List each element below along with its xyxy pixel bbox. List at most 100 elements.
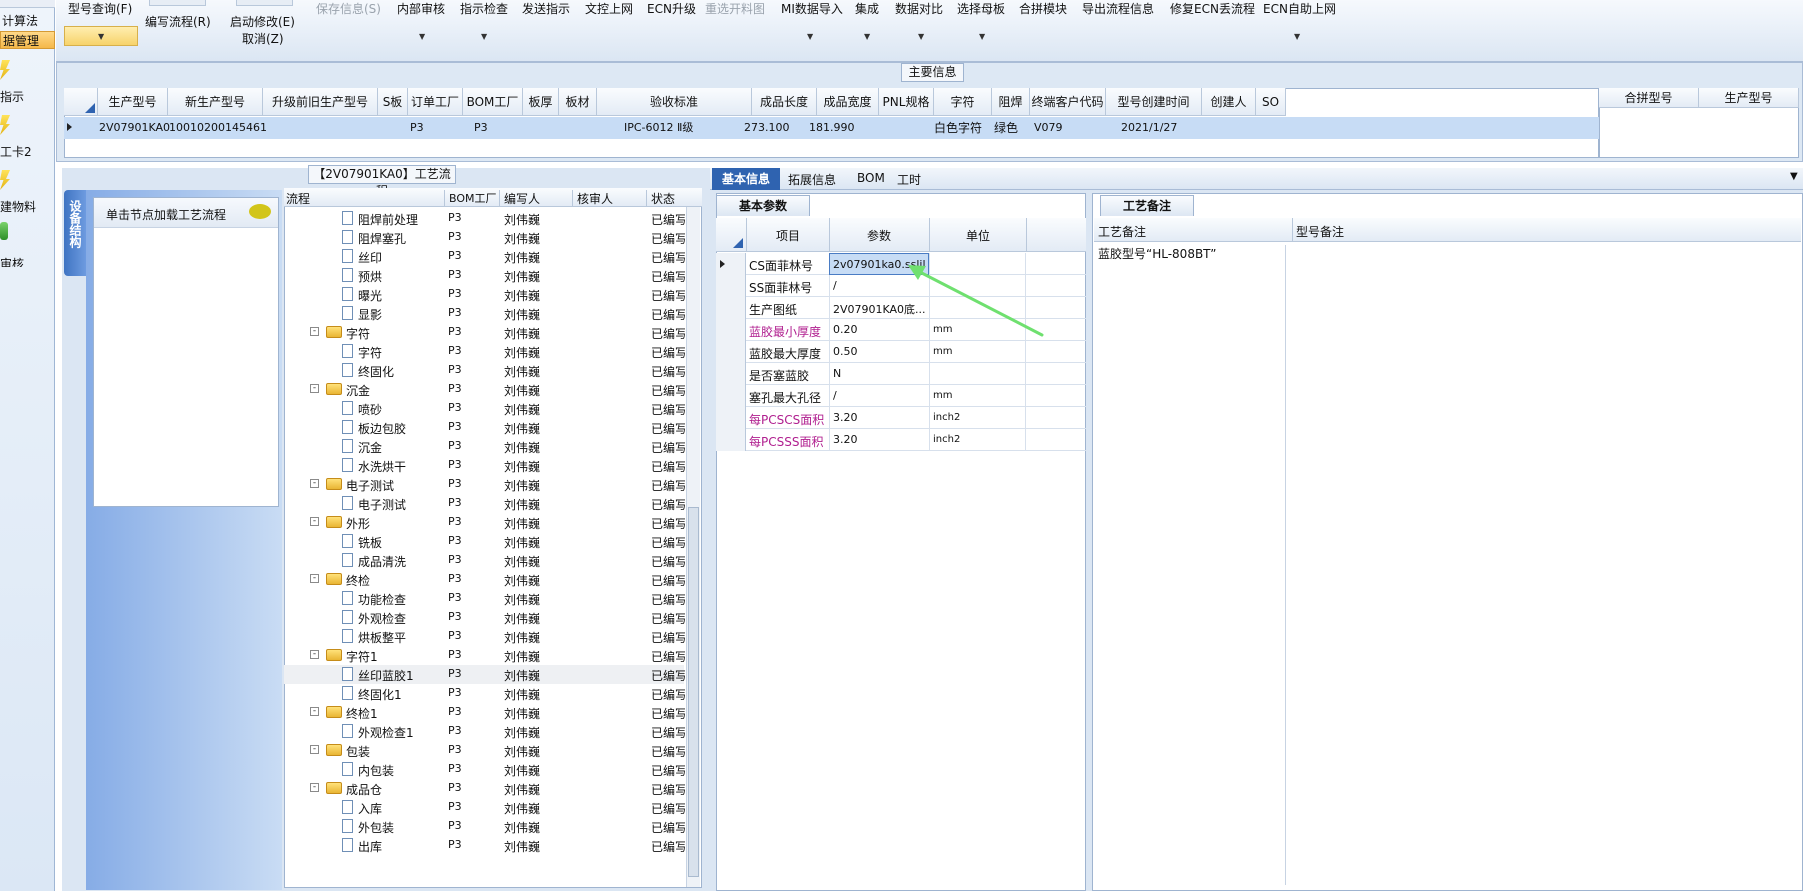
nav-item-instruction[interactable]: 指示 — [0, 60, 55, 105]
basic-params-tab[interactable]: 基本参数 — [716, 195, 810, 216]
collapse-toggle-icon[interactable]: - — [310, 384, 319, 393]
reselect-cutting-button[interactable]: 重选开料图 — [705, 0, 765, 17]
tree-row[interactable]: - 沉金 P3 刘伟巍 已编写 — [284, 380, 685, 399]
ecn-self-online-button[interactable]: ECN自助上网 — [1263, 0, 1336, 17]
nav-item-data-manage[interactable]: 据管理 — [0, 31, 55, 49]
tab-basic-info[interactable]: 基本信息 — [712, 168, 780, 190]
send-instruction-button[interactable]: 发送指示 — [522, 0, 570, 17]
device-structure-tab[interactable]: 设备结构 — [64, 190, 86, 276]
column-header[interactable]: 字符 — [934, 88, 992, 116]
tree-row[interactable]: - 电子测试 P3 刘伟巍 已编写 — [284, 475, 685, 494]
chevron-down-icon[interactable]: ▼ — [807, 32, 813, 41]
column-header[interactable]: PNL规格 — [879, 88, 934, 116]
doc-control-online-button[interactable]: 文控上网 — [585, 0, 633, 17]
tree-row[interactable]: - 字符1 P3 刘伟巍 已编写 — [284, 646, 685, 665]
column-header[interactable]: 订单工厂 — [408, 88, 463, 116]
tab-bom[interactable]: BOM — [857, 171, 885, 185]
collapse-toggle-icon[interactable]: - — [310, 327, 319, 336]
tree-row[interactable]: 出库 P3 刘伟巍 已编写 — [284, 836, 685, 855]
tree-row[interactable]: 水洗烘干 P3 刘伟巍 已编写 — [284, 456, 685, 475]
integrate-button[interactable]: 集成 — [855, 0, 879, 17]
tree-row[interactable]: 内包装 P3 刘伟巍 已编写 — [284, 760, 685, 779]
column-header[interactable]: 成品宽度 — [817, 88, 879, 116]
internal-review-button[interactable]: 内部审核 — [397, 0, 445, 17]
tree-row[interactable]: - 终检 P3 刘伟巍 已编写 — [284, 570, 685, 589]
collapse-toggle-icon[interactable]: - — [310, 650, 319, 659]
write-flow-button[interactable]: 编写流程(R) — [145, 13, 211, 30]
column-header[interactable]: 成品长度 — [752, 88, 817, 116]
collapse-toggle-icon[interactable]: - — [310, 745, 319, 754]
param-value-cell[interactable]: 3.20 — [829, 429, 929, 451]
collapse-toggle-icon[interactable]: - — [310, 707, 319, 716]
tree-row[interactable]: 喷砂 P3 刘伟巍 已编写 — [284, 399, 685, 418]
nav-item-material[interactable]: 建物料 — [0, 170, 55, 215]
scrollbar-thumb[interactable] — [688, 507, 699, 877]
column-header[interactable]: 新生产型号 — [168, 88, 263, 116]
tree-row[interactable]: 丝印 P3 刘伟巍 已编写 — [284, 247, 685, 266]
nav-item-review[interactable]: 审核 — [0, 222, 55, 267]
tree-row[interactable]: 入库 P3 刘伟巍 已编写 — [284, 798, 685, 817]
data-compare-button[interactable]: 数据对比 — [895, 0, 943, 17]
param-row[interactable]: 每PCSSS面积 3.20 inch2 — [716, 429, 1086, 451]
nav-item-calc[interactable]: 计算法 — [0, 12, 55, 29]
tree-row[interactable]: 铣板 P3 刘伟巍 已编写 — [284, 532, 685, 551]
tree-row[interactable]: 电子测试 P3 刘伟巍 已编写 — [284, 494, 685, 513]
tab-labor-hours[interactable]: 工时 — [897, 171, 921, 188]
export-flow-info-button[interactable]: 导出流程信息 — [1082, 0, 1154, 17]
save-info-button[interactable]: 保存信息(S) — [316, 0, 381, 17]
column-header[interactable]: 阻焊 — [992, 88, 1030, 116]
column-header[interactable]: 升级前旧生产型号 — [263, 88, 378, 116]
tree-row[interactable]: 外观检查1 P3 刘伟巍 已编写 — [284, 722, 685, 741]
tree-row[interactable]: 外包装 P3 刘伟巍 已编写 — [284, 817, 685, 836]
tree-row[interactable]: 阻焊前处理 P3 刘伟巍 已编写 — [284, 209, 685, 228]
tree-row[interactable]: 终固化 P3 刘伟巍 已编写 — [284, 361, 685, 380]
instruction-check-button[interactable]: 指示检查 — [460, 0, 508, 17]
column-header[interactable]: 板材 — [559, 88, 597, 116]
process-remarks-tab[interactable]: 工艺备注 — [1100, 195, 1194, 216]
chevron-down-icon[interactable]: ▼ — [419, 32, 425, 41]
collapse-toggle-icon[interactable]: - — [310, 479, 319, 488]
tree-row[interactable]: 成品清洗 P3 刘伟巍 已编写 — [284, 551, 685, 570]
tree-row[interactable]: 预烘 P3 刘伟巍 已编写 — [284, 266, 685, 285]
tree-row[interactable]: 功能检查 P3 刘伟巍 已编写 — [284, 589, 685, 608]
query-model-button[interactable]: 型号查询(F) — [68, 0, 132, 17]
tree-row[interactable]: - 外形 P3 刘伟巍 已编写 — [284, 513, 685, 532]
tree-row[interactable]: - 终检1 P3 刘伟巍 已编写 — [284, 703, 685, 722]
chevron-down-icon[interactable]: ▼ — [864, 32, 870, 41]
tree-row[interactable]: 显影 P3 刘伟巍 已编写 — [284, 304, 685, 323]
cancel-button[interactable]: 取消(Z) — [242, 30, 284, 47]
chevron-down-icon[interactable]: ▼ — [98, 32, 104, 41]
tree-row[interactable]: - 字符 P3 刘伟巍 已编写 — [284, 323, 685, 342]
collapse-toggle-icon[interactable]: - — [310, 783, 319, 792]
collapse-toggle-icon[interactable]: - — [310, 517, 319, 526]
column-header[interactable]: BOM工厂 — [463, 88, 523, 116]
param-row[interactable]: 是否塞蓝胶 N — [716, 363, 1086, 385]
param-row[interactable]: 塞孔最大孔径 / mm — [716, 385, 1086, 407]
column-header[interactable]: SO — [1256, 88, 1286, 116]
tree-row[interactable]: 板边包胶 P3 刘伟巍 已编写 — [284, 418, 685, 437]
param-value-cell[interactable]: N — [829, 363, 929, 385]
column-header[interactable]: 板厚 — [523, 88, 559, 116]
chevron-down-icon[interactable]: ▼ — [1294, 32, 1300, 41]
process-remark-textarea[interactable]: 蓝胶型号“HL-808BT” — [1096, 245, 1286, 885]
tree-row[interactable]: 终固化1 P3 刘伟巍 已编写 — [284, 684, 685, 703]
tab-extended-info[interactable]: 拓展信息 — [788, 171, 836, 188]
collapse-toggle-icon[interactable]: - — [310, 574, 319, 583]
tree-row[interactable]: 字符 P3 刘伟巍 已编写 — [284, 342, 685, 361]
tree-row[interactable]: 沉金 P3 刘伟巍 已编写 — [284, 437, 685, 456]
param-value-cell[interactable]: 3.20 — [829, 407, 929, 429]
column-header[interactable]: 创建人 — [1202, 88, 1256, 116]
chevron-down-icon[interactable]: ▼ — [1790, 171, 1798, 182]
repair-ecn-flow-button[interactable]: 修复ECN丢流程 — [1170, 0, 1255, 17]
param-row[interactable]: 每PCSCS面积 3.20 inch2 — [716, 407, 1086, 429]
mi-data-import-button[interactable]: MI数据导入 — [781, 0, 843, 17]
column-header[interactable]: 验收标准 — [597, 88, 752, 116]
column-header[interactable]: S板 — [378, 88, 408, 116]
tree-row[interactable]: 丝印蓝胶1 P3 刘伟巍 已编写 — [284, 665, 685, 684]
nav-item-card2[interactable]: 工卡2 — [0, 115, 55, 160]
start-modify-button[interactable]: 启动修改(E) — [230, 13, 295, 30]
chevron-down-icon[interactable]: ▼ — [481, 32, 487, 41]
chevron-down-icon[interactable]: ▼ — [979, 32, 985, 41]
param-value-cell[interactable]: / — [829, 385, 929, 407]
column-header[interactable]: 终端客户代码 — [1030, 88, 1106, 116]
